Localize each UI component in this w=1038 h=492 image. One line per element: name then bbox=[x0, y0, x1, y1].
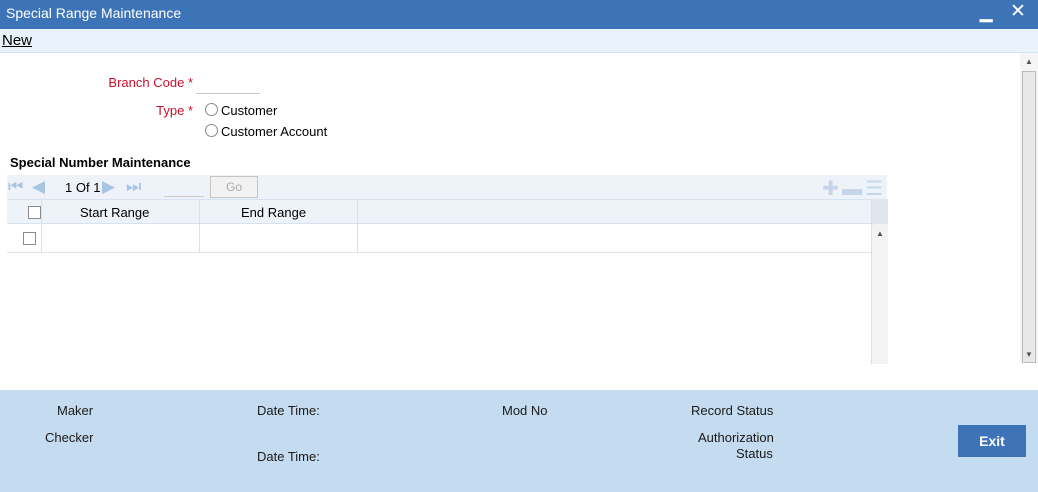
last-page-icon[interactable]: ⏭ bbox=[126, 177, 141, 197]
column-header-start-range[interactable]: Start Range bbox=[80, 205, 149, 220]
window-title: Special Range Maintenance bbox=[6, 5, 182, 21]
type-customer-radio[interactable] bbox=[205, 103, 218, 116]
type-label-text: Type bbox=[156, 103, 185, 118]
page-scrollbar-thumb[interactable] bbox=[1022, 71, 1036, 363]
column-divider bbox=[199, 200, 200, 223]
add-row-icon[interactable]: ✚ bbox=[822, 178, 839, 200]
total-pages: 1 bbox=[93, 180, 101, 195]
new-link[interactable]: New bbox=[2, 32, 32, 49]
page-scroll-up-icon[interactable]: ▲ bbox=[1025, 57, 1033, 66]
minimize-icon[interactable]: ▁ bbox=[980, 3, 992, 23]
go-button[interactable]: Go bbox=[210, 176, 258, 198]
audit-footer: Maker Checker Date Time: Date Time: Mod … bbox=[0, 390, 1038, 492]
authorization-label: Authorization bbox=[698, 430, 774, 445]
current-page: 1 bbox=[65, 180, 73, 195]
grid-scrollbar-header bbox=[872, 199, 888, 224]
type-label: Type * bbox=[60, 103, 193, 118]
close-icon[interactable]: ✕ bbox=[1010, 0, 1026, 23]
scroll-up-arrow-icon[interactable]: ▲ bbox=[876, 229, 884, 238]
required-mark: * bbox=[187, 75, 193, 90]
column-header-end-range[interactable]: End Range bbox=[241, 205, 306, 220]
of-label: Of bbox=[75, 180, 90, 195]
column-divider bbox=[41, 200, 42, 223]
branch-code-label: Branch Code * bbox=[60, 75, 193, 90]
select-all-checkbox[interactable] bbox=[28, 206, 41, 219]
section-title: Special Number Maintenance bbox=[10, 155, 191, 170]
branch-code-label-text: Branch Code bbox=[108, 75, 185, 90]
branch-code-input[interactable] bbox=[196, 74, 260, 94]
column-divider bbox=[199, 224, 200, 252]
maker-label: Maker bbox=[57, 403, 94, 418]
column-divider bbox=[41, 224, 42, 252]
page-scrollbar[interactable]: ▲ ▼ bbox=[1020, 53, 1038, 363]
grid-navigation-bar: ⏮ ◀ 1 Of 1 ▶ ⏭ Go ✚ ▬ ☰ bbox=[7, 175, 887, 201]
authorization-status-label: Status bbox=[736, 446, 773, 461]
checker-date-time-label: Date Time: bbox=[257, 449, 320, 464]
record-status-label: Record Status bbox=[691, 403, 774, 418]
maker-date-time-label: Date Time: bbox=[257, 403, 320, 418]
delete-row-icon[interactable]: ▬ bbox=[842, 178, 862, 200]
required-mark: * bbox=[187, 103, 193, 118]
table-row[interactable] bbox=[7, 224, 871, 253]
column-divider bbox=[357, 200, 358, 223]
page-indicator: 1 Of 1 bbox=[65, 180, 100, 195]
next-page-icon[interactable]: ▶ bbox=[102, 177, 115, 197]
exit-button[interactable]: Exit bbox=[958, 425, 1026, 457]
type-customer-label[interactable]: Customer bbox=[221, 103, 277, 118]
menu-bar: New bbox=[0, 29, 1038, 53]
grid-scrollbar[interactable]: ▲ bbox=[871, 199, 888, 364]
previous-page-icon[interactable]: ◀ bbox=[32, 177, 45, 197]
row-checkbox[interactable] bbox=[23, 232, 36, 245]
grid-tools: ✚ ▬ ☰ bbox=[819, 176, 883, 201]
type-customer-account-label[interactable]: Customer Account bbox=[221, 124, 327, 139]
page-scroll-down-icon[interactable]: ▼ bbox=[1025, 350, 1033, 359]
mod-no-label: Mod No bbox=[502, 403, 548, 418]
page-number-input[interactable] bbox=[164, 179, 204, 197]
type-customer-account-radio[interactable] bbox=[205, 124, 218, 137]
window-titlebar: Special Range Maintenance ▁ ✕ bbox=[0, 0, 1038, 29]
column-divider bbox=[357, 224, 358, 252]
grid-header: Start Range End Range bbox=[7, 199, 871, 224]
checker-label: Checker bbox=[45, 430, 94, 445]
first-page-icon[interactable]: ⏮ bbox=[8, 177, 23, 197]
single-view-icon[interactable]: ☰ bbox=[865, 178, 883, 200]
